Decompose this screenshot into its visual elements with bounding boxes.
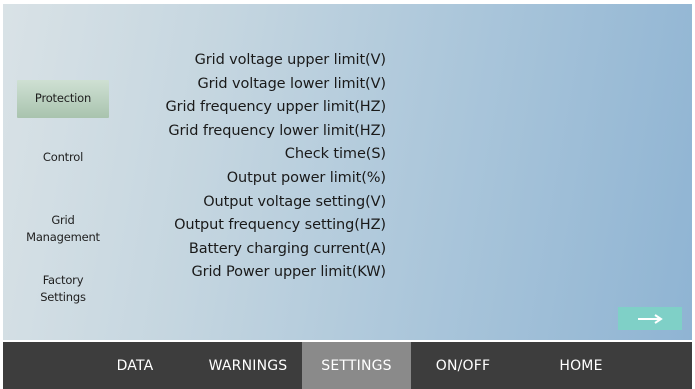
param-item[interactable]: Output voltage setting(V) [86,191,386,215]
nav-label: SETTINGS [321,357,392,374]
nav-settings[interactable]: SETTINGS [302,342,411,389]
param-item[interactable]: Battery charging current(A) [86,238,386,262]
param-item[interactable]: Grid voltage upper limit(V) [86,49,386,73]
param-item[interactable]: Grid voltage lower limit(V) [86,73,386,97]
bottom-navbar: DATA WARNINGS SETTINGS ON/OFF HOME [3,342,692,389]
param-item[interactable]: Check time(S) [86,143,386,167]
param-item[interactable]: Output power limit(%) [86,167,386,191]
nav-home[interactable]: HOME [536,342,626,389]
parameter-list: Grid voltage upper limit(V) Grid voltage… [86,49,386,285]
next-page-button[interactable] [618,307,682,330]
nav-on-off[interactable]: ON/OFF [418,342,508,389]
sidebar-item-label: Factory Settings [40,272,86,304]
param-item[interactable]: Grid frequency lower limit(HZ) [86,120,386,144]
nav-label: HOME [559,357,603,374]
sidebar-item-label: Control [42,150,84,165]
nav-label: DATA [116,357,154,374]
nav-label: ON/OFF [435,357,491,374]
arrow-right-icon [638,313,663,324]
sidebar-item-label: Protection [34,91,92,106]
nav-label: WARNINGS [208,357,288,374]
param-item[interactable]: Grid frequency upper limit(HZ) [86,96,386,120]
nav-warnings[interactable]: WARNINGS [193,342,303,389]
nav-data[interactable]: DATA [95,342,175,389]
param-item[interactable]: Output frequency setting(HZ) [86,214,386,238]
settings-screen: Protection Control Grid Management Facto… [0,0,695,389]
param-item[interactable]: Grid Power upper limit(KW) [86,261,386,285]
